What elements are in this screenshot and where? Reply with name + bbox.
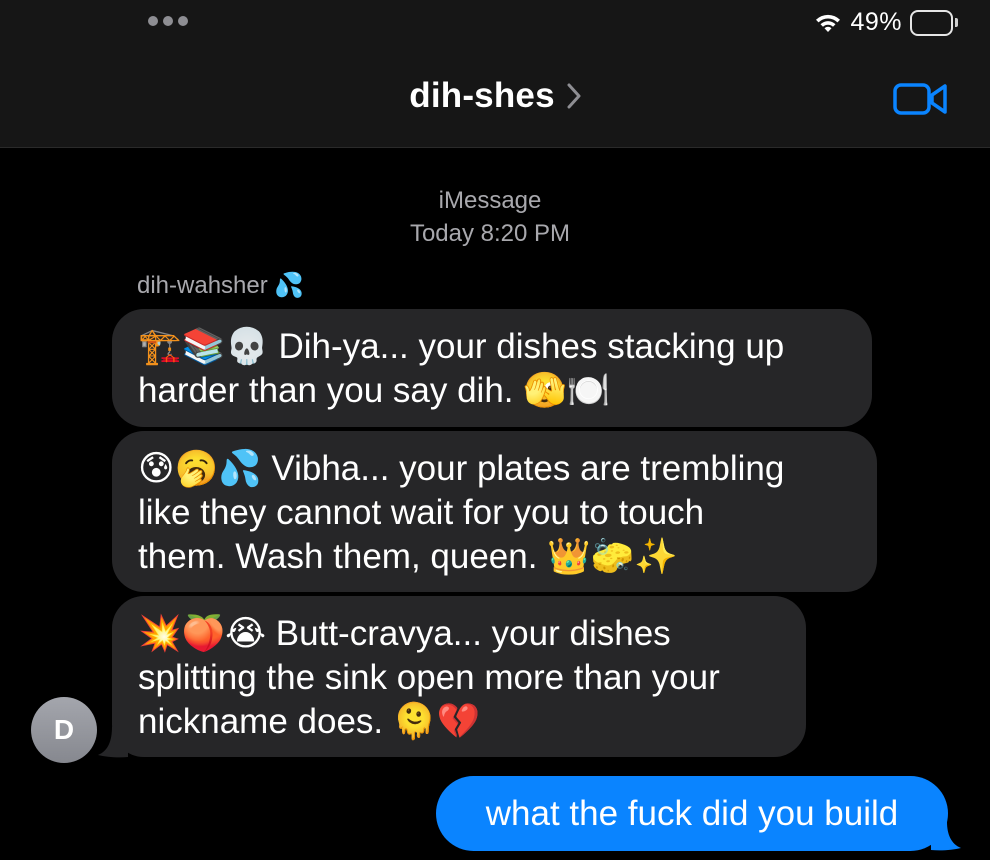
bubble-tail [931, 822, 961, 851]
message-line: them. Wash them, queen. 👑🧽✨ [138, 537, 678, 576]
message-timestamp: Today 8:20 PM [409, 220, 571, 247]
message-line: like they cannot wait for you to touch [138, 493, 705, 532]
sender-name: dih-wahsher 💦 [137, 272, 305, 299]
battery-percent: 49% [850, 8, 902, 36]
bubble-tail [98, 727, 128, 758]
page-title: dih-shes [409, 76, 555, 115]
message-line: harder than you say dih. 🫣🍽️ [138, 371, 611, 410]
dot [163, 16, 173, 26]
incoming-message[interactable]: 🏗️📚💀 Dih-ya... your dishes stacking up h… [112, 309, 872, 427]
outgoing-message[interactable]: what the fuck did you build [436, 776, 948, 851]
status-bar: 49% [814, 8, 958, 37]
incoming-message[interactable]: 😰🥱💦 Vibha... your plates are trembling l… [112, 431, 877, 592]
message-line: 🏗️📚💀 Dih-ya... your dishes stacking up [138, 327, 785, 366]
messages-screen: 49% dih-shes iMessage Today 8:20 PM dih-… [0, 0, 990, 860]
message-line: 😰🥱💦 Vibha... your plates are trembling [138, 449, 785, 488]
conversation-title-button[interactable]: dih-shes [0, 76, 990, 116]
incoming-message[interactable]: 💥🍑😭 Butt-cravya... your dishes splitting… [112, 596, 806, 757]
chevron-right-icon [567, 83, 581, 109]
navigation-header: 49% dih-shes [0, 0, 990, 148]
message-text: what the fuck did you build [485, 794, 899, 833]
service-label: iMessage [438, 187, 542, 214]
video-camera-icon[interactable] [893, 81, 949, 122]
message-line: nickname does. 🫠💔 [138, 702, 481, 741]
dot [148, 16, 158, 26]
message-line: splitting the sink open more than your [138, 658, 720, 697]
battery-icon [910, 9, 958, 37]
avatar-initial: D [53, 714, 75, 745]
message-line: 💥🍑😭 Butt-cravya... your dishes [138, 614, 671, 653]
multitasking-dots[interactable] [148, 16, 188, 26]
wifi-icon [814, 12, 842, 34]
avatar[interactable]: D [31, 697, 97, 763]
dot [178, 16, 188, 26]
